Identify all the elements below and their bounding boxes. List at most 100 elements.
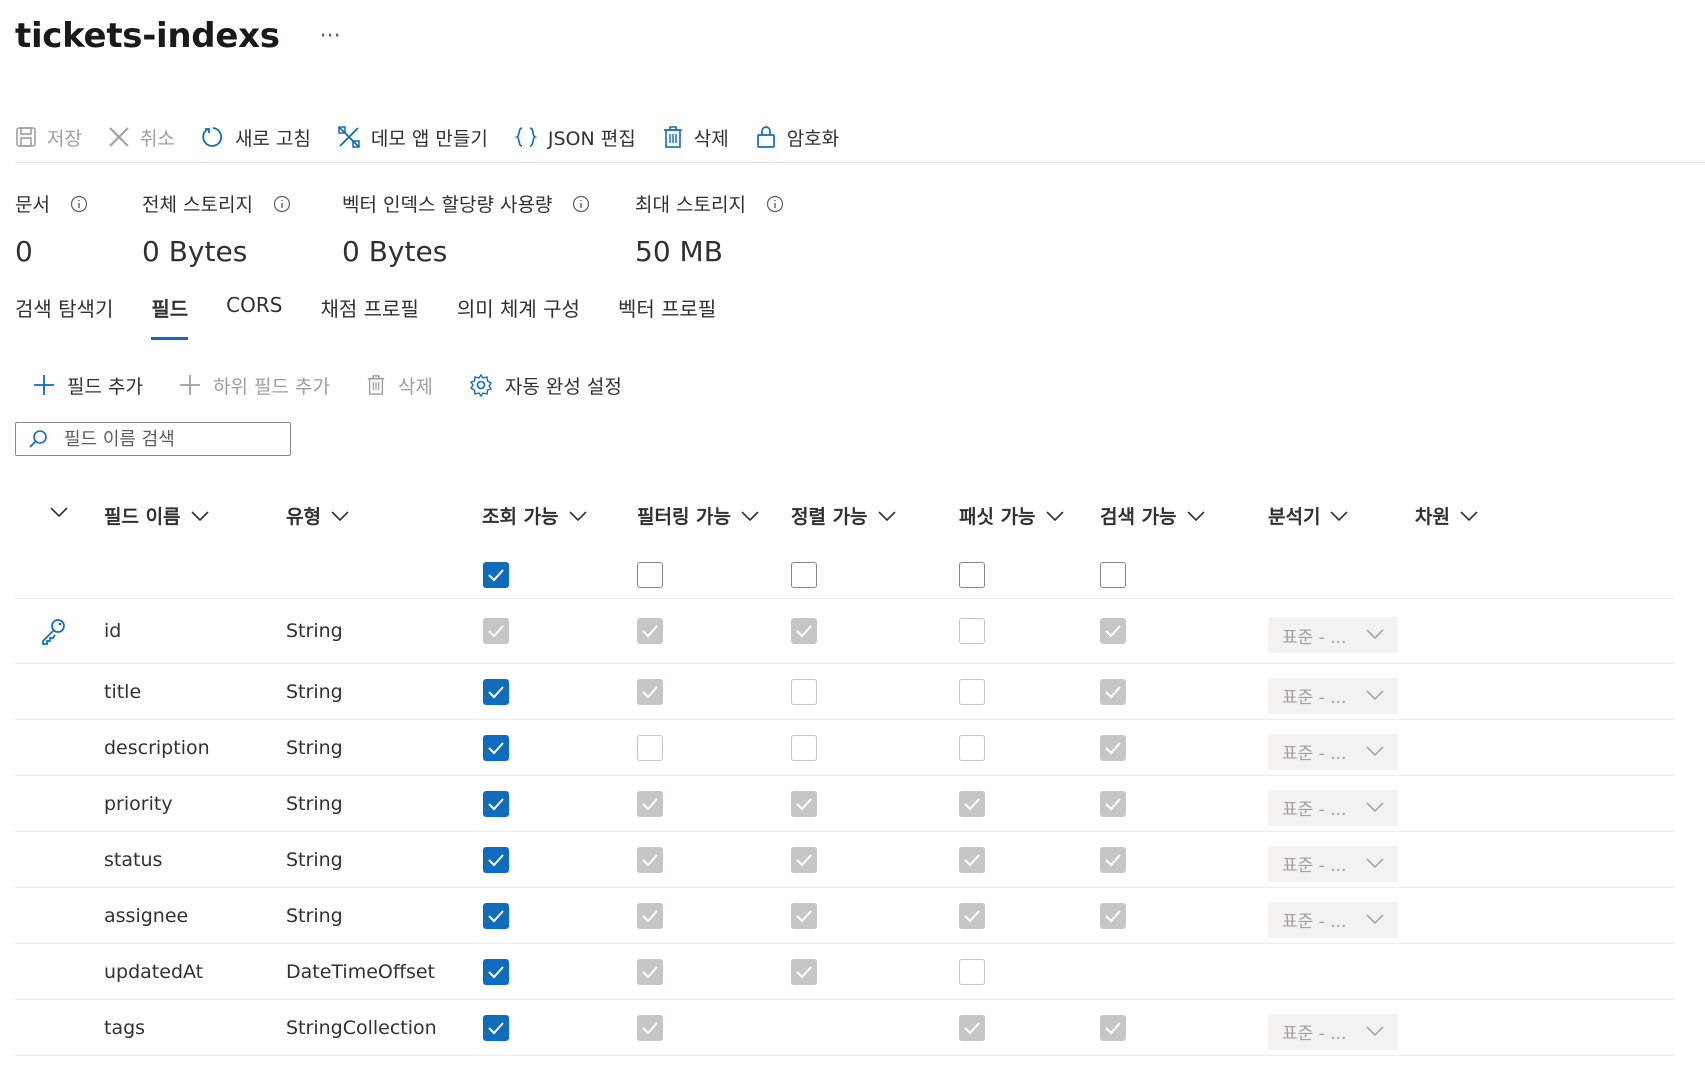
field-type-cell: String <box>286 680 343 703</box>
field-sortable-checkbox <box>791 846 817 873</box>
field-retrievable-checkbox[interactable] <box>483 846 509 873</box>
field-name-cell: status <box>104 848 163 871</box>
encrypt-label: 암호화 <box>786 127 840 150</box>
stat-label: 벡터 인덱스 할당량 사용량 <box>342 194 553 216</box>
checkmark-icon <box>1105 853 1121 866</box>
chevron-down-icon <box>331 510 349 521</box>
column-header-analyzer[interactable]: 분석기 <box>1268 502 1349 529</box>
more-options-button[interactable]: ··· <box>320 24 341 49</box>
column-header-searchable[interactable]: 검색 가능 <box>1100 502 1205 529</box>
analyzer-value: 표준 - ... <box>1282 1024 1347 1044</box>
checkmark-icon <box>796 909 812 922</box>
add-field-button[interactable]: 필드 추가 <box>33 372 143 399</box>
select-all-retrievable-checkbox[interactable] <box>483 562 509 588</box>
checkmark-icon <box>964 1021 980 1034</box>
analyzer-value: 표준 - ... <box>1282 800 1347 820</box>
add-subfield-button[interactable]: 하위 필드 추가 <box>179 372 330 399</box>
stat-total-storage: 전체 스토리지 0 Bytes <box>142 190 291 268</box>
create-demo-app-button[interactable]: 데모 앱 만들기 <box>337 117 488 157</box>
field-facetable-checkbox <box>959 790 985 817</box>
table-row[interactable]: status String 표준 - ... <box>15 832 1675 888</box>
edit-json-label: JSON 편집 <box>547 127 636 150</box>
select-all-searchable-checkbox[interactable] <box>1100 562 1126 588</box>
info-icon[interactable] <box>273 195 291 213</box>
field-type-cell: StringCollection <box>286 1016 437 1039</box>
checkmark-icon <box>1105 1021 1121 1034</box>
delete-button[interactable]: 삭제 <box>662 117 729 157</box>
column-header-sortable[interactable]: 정렬 가능 <box>791 502 896 529</box>
chevron-down-icon <box>50 507 68 518</box>
stat-value: 0 Bytes <box>142 235 248 268</box>
refresh-icon <box>202 127 222 147</box>
select-all-sortable-checkbox[interactable] <box>791 562 817 588</box>
field-type-cell: DateTimeOffset <box>286 960 435 983</box>
checkmark-icon <box>1105 909 1121 922</box>
cancel-icon <box>109 127 129 147</box>
field-name-cell: updatedAt <box>104 960 204 983</box>
checkmark-icon <box>1105 625 1121 638</box>
chevron-down-icon <box>1366 910 1384 930</box>
field-retrievable-checkbox[interactable] <box>483 678 509 705</box>
field-retrievable-checkbox[interactable] <box>483 734 509 761</box>
analyzer-value: 표준 - ... <box>1282 744 1347 764</box>
column-header-retrievable[interactable]: 조회 가능 <box>482 502 587 529</box>
field-retrievable-checkbox[interactable] <box>483 902 509 929</box>
table-row[interactable]: title String 표준 - ... <box>15 664 1675 720</box>
field-type-cell: String <box>286 848 343 871</box>
checkmark-icon <box>642 909 658 922</box>
field-retrievable-checkbox[interactable] <box>483 790 509 817</box>
column-header-dimensions-label: 차원 <box>1415 506 1450 528</box>
analyzer-value: 표준 - ... <box>1282 688 1347 708</box>
cancel-button[interactable]: 취소 <box>108 117 175 157</box>
stat-vector-quota: 벡터 인덱스 할당량 사용량 0 Bytes <box>342 190 590 268</box>
delete-field-button[interactable]: 삭제 <box>366 372 433 399</box>
column-expand-toggle[interactable] <box>40 506 68 518</box>
table-row[interactable]: id String 표준 - ... <box>15 599 1675 664</box>
info-icon[interactable] <box>70 195 88 213</box>
refresh-button[interactable]: 새로 고침 <box>201 117 311 157</box>
stat-max-storage: 최대 스토리지 50 MB <box>635 190 784 268</box>
select-all-facetable-checkbox[interactable] <box>959 562 985 588</box>
column-header-type[interactable]: 유형 <box>286 502 349 529</box>
tab-fields[interactable]: 필드 <box>151 293 188 341</box>
field-search-input[interactable] <box>62 427 276 451</box>
checkmark-icon <box>642 685 658 698</box>
chevron-down-icon <box>1366 686 1384 706</box>
analyzer-value: 표준 - ... <box>1282 912 1347 932</box>
stat-value: 0 <box>15 235 33 268</box>
table-row[interactable]: priority String 표준 - ... <box>15 776 1675 832</box>
tab-semantic-configurations[interactable]: 의미 체계 구성 <box>457 293 580 341</box>
table-row[interactable]: tags StringCollection 표준 - ... <box>15 1000 1675 1056</box>
column-header-name[interactable]: 필드 이름 <box>104 502 209 529</box>
table-row[interactable]: assignee String 표준 - ... <box>15 888 1675 944</box>
field-retrievable-checkbox[interactable] <box>483 1014 509 1041</box>
checkmark-icon <box>488 625 504 638</box>
column-header-facetable[interactable]: 패싯 가능 <box>959 502 1064 529</box>
table-row[interactable]: description String 표준 - ... <box>15 720 1675 776</box>
field-retrievable-checkbox <box>483 618 509 644</box>
delete-label: 삭제 <box>693 127 729 150</box>
tab-vector-profiles[interactable]: 벡터 프로필 <box>618 293 716 341</box>
edit-json-button[interactable]: JSON 편집 <box>514 117 636 157</box>
autocomplete-settings-button[interactable]: 자동 완성 설정 <box>469 372 622 399</box>
tab-scoring-profiles[interactable]: 채점 프로필 <box>320 293 418 341</box>
select-all-filterable-checkbox[interactable] <box>637 562 663 588</box>
field-retrievable-checkbox[interactable] <box>483 958 509 985</box>
encrypt-button[interactable]: 암호화 <box>755 117 839 157</box>
chevron-down-icon <box>877 510 896 521</box>
grid-rows: id String 표준 - ... title String 표준 - ... descr… <box>15 599 1675 1056</box>
info-icon[interactable] <box>766 195 784 213</box>
field-searchable-checkbox <box>1100 902 1126 929</box>
tab-cors[interactable]: CORS <box>226 293 282 341</box>
tab-search-explorer[interactable]: 검색 탐색기 <box>15 293 113 341</box>
checkmark-icon <box>488 569 504 582</box>
checkmark-icon <box>964 797 980 810</box>
column-header-filterable[interactable]: 필터링 가능 <box>637 502 759 529</box>
checkmark-icon <box>488 909 504 922</box>
column-header-dimensions[interactable]: 차원 <box>1415 502 1478 529</box>
save-button[interactable]: 저장 <box>15 117 82 157</box>
table-row[interactable]: updatedAt DateTimeOffset <box>15 944 1675 1000</box>
info-icon[interactable] <box>572 195 590 213</box>
analyzer-dropdown: 표준 - ... <box>1268 677 1398 714</box>
demo-app-icon <box>338 126 360 148</box>
